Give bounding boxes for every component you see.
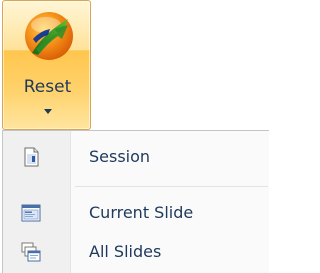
menu-separator bbox=[75, 186, 268, 187]
session-page-icon bbox=[24, 147, 39, 167]
menu-item-session[interactable]: Session bbox=[3, 137, 268, 177]
reset-dropdown-menu: Session Current Slide All Slides bbox=[2, 130, 269, 273]
menu-item-all-slides-label: All Slides bbox=[89, 242, 162, 261]
menu-item-current-slide[interactable]: Current Slide bbox=[3, 193, 268, 233]
current-slide-icon bbox=[21, 204, 41, 222]
reset-button[interactable]: Reset bbox=[2, 0, 91, 130]
menu-item-current-slide-label: Current Slide bbox=[89, 203, 194, 222]
dropdown-arrow-icon[interactable] bbox=[44, 109, 52, 114]
all-slides-icon bbox=[21, 242, 41, 262]
menu-item-all-slides[interactable]: All Slides bbox=[3, 232, 268, 272]
menu-item-session-label: Session bbox=[89, 147, 151, 166]
reset-button-label: Reset bbox=[23, 77, 72, 97]
reset-ribbon-dropdown: Reset Session Current Slide All Slides bbox=[0, 0, 269, 273]
reset-slide-icon bbox=[25, 12, 73, 60]
